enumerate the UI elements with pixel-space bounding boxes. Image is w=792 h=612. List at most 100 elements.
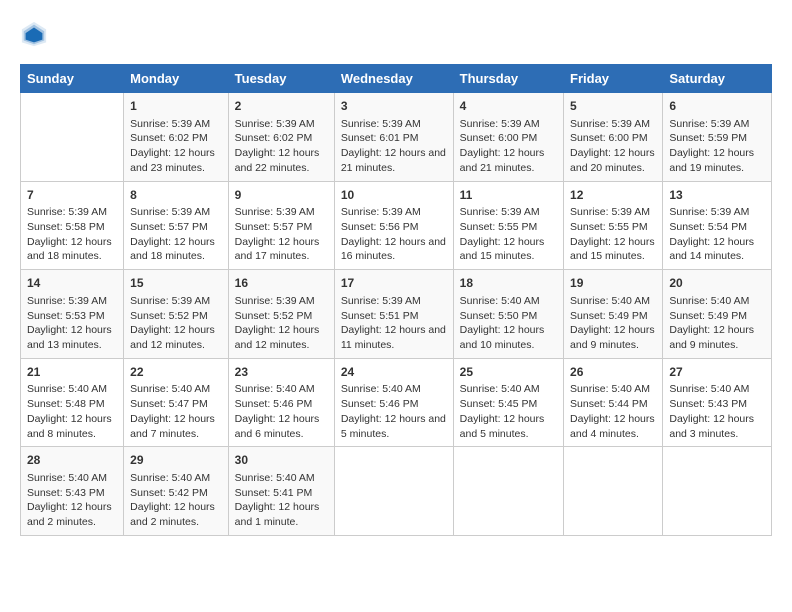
daylight: Daylight: 12 hours and 14 minutes. bbox=[669, 236, 754, 263]
sunset: Sunset: 5:43 PM bbox=[669, 398, 747, 410]
day-number: 27 bbox=[669, 364, 765, 381]
sunset: Sunset: 5:52 PM bbox=[235, 310, 313, 322]
calendar-cell: 16Sunrise: 5:39 AMSunset: 5:52 PMDayligh… bbox=[228, 270, 334, 359]
sunset: Sunset: 5:49 PM bbox=[570, 310, 648, 322]
sunrise: Sunrise: 5:40 AM bbox=[570, 295, 650, 307]
sunset: Sunset: 5:41 PM bbox=[235, 487, 313, 499]
day-number: 28 bbox=[27, 452, 117, 469]
day-number: 20 bbox=[669, 275, 765, 292]
day-number: 25 bbox=[460, 364, 557, 381]
sunrise: Sunrise: 5:39 AM bbox=[27, 295, 107, 307]
column-header-friday: Friday bbox=[564, 65, 663, 93]
sunrise: Sunrise: 5:39 AM bbox=[460, 206, 540, 218]
day-number: 21 bbox=[27, 364, 117, 381]
daylight: Daylight: 12 hours and 17 minutes. bbox=[235, 236, 320, 263]
day-number: 2 bbox=[235, 98, 328, 115]
sunset: Sunset: 5:59 PM bbox=[669, 132, 747, 144]
day-number: 14 bbox=[27, 275, 117, 292]
column-header-tuesday: Tuesday bbox=[228, 65, 334, 93]
calendar-cell: 21 Sunrise: 5:40 AM Sunset: 5:48 PM Dayligh… bbox=[21, 358, 124, 447]
daylight: Daylight: 12 hours and 19 minutes. bbox=[669, 147, 754, 174]
sunrise: Sunrise: 5:39 AM bbox=[235, 206, 315, 218]
sunrise: Sunrise: 5:40 AM bbox=[130, 383, 210, 395]
calendar-cell: 13Sunrise: 5:39 AMSunset: 5:54 PMDayligh… bbox=[663, 181, 772, 270]
day-number: 24 bbox=[341, 364, 447, 381]
sunrise: Sunrise: 5:40 AM bbox=[130, 472, 210, 484]
calendar-cell: 30 Sunrise: 5:40 AM Sunset: 5:41 PM Dayligh… bbox=[228, 447, 334, 536]
daylight: Daylight: 12 hours and 22 minutes. bbox=[235, 147, 320, 174]
daylight: Daylight: 12 hours and 15 minutes. bbox=[460, 236, 545, 263]
daylight: Daylight: 12 hours and 8 minutes. bbox=[27, 413, 112, 440]
calendar-cell: 14 Sunrise: 5:39 AM Sunset: 5:53 PM Dayligh… bbox=[21, 270, 124, 359]
daylight: Daylight: 12 hours and 1 minute. bbox=[235, 501, 320, 528]
daylight: Daylight: 12 hours and 5 minutes. bbox=[341, 413, 446, 440]
sunrise: Sunrise: 5:40 AM bbox=[669, 383, 749, 395]
day-number: 16 bbox=[235, 275, 328, 292]
daylight: Daylight: 12 hours and 6 minutes. bbox=[235, 413, 320, 440]
daylight: Daylight: 12 hours and 13 minutes. bbox=[27, 324, 112, 351]
calendar-cell: 24Sunrise: 5:40 AMSunset: 5:46 PMDayligh… bbox=[334, 358, 453, 447]
daylight: Daylight: 12 hours and 2 minutes. bbox=[27, 501, 112, 528]
calendar-cell bbox=[334, 447, 453, 536]
day-number: 9 bbox=[235, 187, 328, 204]
calendar-cell: 12Sunrise: 5:39 AMSunset: 5:55 PMDayligh… bbox=[564, 181, 663, 270]
sunrise: Sunrise: 5:40 AM bbox=[460, 383, 540, 395]
sunset: Sunset: 5:54 PM bbox=[669, 221, 747, 233]
calendar-cell: 20Sunrise: 5:40 AMSunset: 5:49 PMDayligh… bbox=[663, 270, 772, 359]
week-row-4: 21 Sunrise: 5:40 AM Sunset: 5:48 PM Dayligh… bbox=[21, 358, 772, 447]
calendar-cell: 1Sunrise: 5:39 AMSunset: 6:02 PMDaylight… bbox=[124, 93, 229, 182]
sunset: Sunset: 5:48 PM bbox=[27, 398, 105, 410]
calendar-cell: 25Sunrise: 5:40 AMSunset: 5:45 PMDayligh… bbox=[453, 358, 563, 447]
calendar-cell: 7Sunrise: 5:39 AMSunset: 5:58 PMDaylight… bbox=[21, 181, 124, 270]
day-number: 1 bbox=[130, 98, 222, 115]
daylight: Daylight: 12 hours and 20 minutes. bbox=[570, 147, 655, 174]
sunrise: Sunrise: 5:39 AM bbox=[669, 206, 749, 218]
day-number: 7 bbox=[27, 187, 117, 204]
sunset: Sunset: 5:57 PM bbox=[235, 221, 313, 233]
sunset: Sunset: 5:45 PM bbox=[460, 398, 538, 410]
column-header-saturday: Saturday bbox=[663, 65, 772, 93]
sunrise: Sunrise: 5:40 AM bbox=[669, 295, 749, 307]
sunset: Sunset: 5:55 PM bbox=[460, 221, 538, 233]
sunrise: Sunrise: 5:39 AM bbox=[570, 118, 650, 130]
sunset: Sunset: 5:50 PM bbox=[460, 310, 538, 322]
week-row-3: 14 Sunrise: 5:39 AM Sunset: 5:53 PM Dayligh… bbox=[21, 270, 772, 359]
calendar-cell: 15Sunrise: 5:39 AMSunset: 5:52 PMDayligh… bbox=[124, 270, 229, 359]
sunset: Sunset: 5:46 PM bbox=[235, 398, 313, 410]
calendar-cell: 10Sunrise: 5:39 AMSunset: 5:56 PMDayligh… bbox=[334, 181, 453, 270]
daylight: Daylight: 12 hours and 12 minutes. bbox=[130, 324, 215, 351]
sunset: Sunset: 6:01 PM bbox=[341, 132, 419, 144]
day-number: 30 bbox=[235, 452, 328, 469]
calendar-table: SundayMondayTuesdayWednesdayThursdayFrid… bbox=[20, 64, 772, 536]
sunrise: Sunrise: 5:39 AM bbox=[341, 118, 421, 130]
daylight: Daylight: 12 hours and 21 minutes. bbox=[341, 147, 446, 174]
sunset: Sunset: 5:56 PM bbox=[341, 221, 419, 233]
calendar-cell: 6Sunrise: 5:39 AMSunset: 5:59 PMDaylight… bbox=[663, 93, 772, 182]
sunset: Sunset: 5:46 PM bbox=[341, 398, 419, 410]
sunrise: Sunrise: 5:39 AM bbox=[27, 206, 107, 218]
sunset: Sunset: 5:44 PM bbox=[570, 398, 648, 410]
daylight: Daylight: 12 hours and 11 minutes. bbox=[341, 324, 446, 351]
calendar-cell: 8Sunrise: 5:39 AMSunset: 5:57 PMDaylight… bbox=[124, 181, 229, 270]
daylight: Daylight: 12 hours and 21 minutes. bbox=[460, 147, 545, 174]
calendar-header-row: SundayMondayTuesdayWednesdayThursdayFrid… bbox=[21, 65, 772, 93]
sunset: Sunset: 5:42 PM bbox=[130, 487, 208, 499]
calendar-cell bbox=[564, 447, 663, 536]
calendar-cell: 18Sunrise: 5:40 AMSunset: 5:50 PMDayligh… bbox=[453, 270, 563, 359]
sunrise: Sunrise: 5:40 AM bbox=[27, 472, 107, 484]
sunset: Sunset: 5:53 PM bbox=[27, 310, 105, 322]
column-header-sunday: Sunday bbox=[21, 65, 124, 93]
daylight: Daylight: 12 hours and 2 minutes. bbox=[130, 501, 215, 528]
sunrise: Sunrise: 5:40 AM bbox=[27, 383, 107, 395]
sunrise: Sunrise: 5:40 AM bbox=[235, 472, 315, 484]
sunset: Sunset: 6:02 PM bbox=[130, 132, 208, 144]
daylight: Daylight: 12 hours and 9 minutes. bbox=[570, 324, 655, 351]
day-number: 12 bbox=[570, 187, 656, 204]
calendar-cell: 5Sunrise: 5:39 AMSunset: 6:00 PMDaylight… bbox=[564, 93, 663, 182]
calendar-cell: 17Sunrise: 5:39 AMSunset: 5:51 PMDayligh… bbox=[334, 270, 453, 359]
sunrise: Sunrise: 5:39 AM bbox=[235, 118, 315, 130]
day-number: 26 bbox=[570, 364, 656, 381]
daylight: Daylight: 12 hours and 15 minutes. bbox=[570, 236, 655, 263]
sunrise: Sunrise: 5:40 AM bbox=[235, 383, 315, 395]
calendar-cell bbox=[663, 447, 772, 536]
